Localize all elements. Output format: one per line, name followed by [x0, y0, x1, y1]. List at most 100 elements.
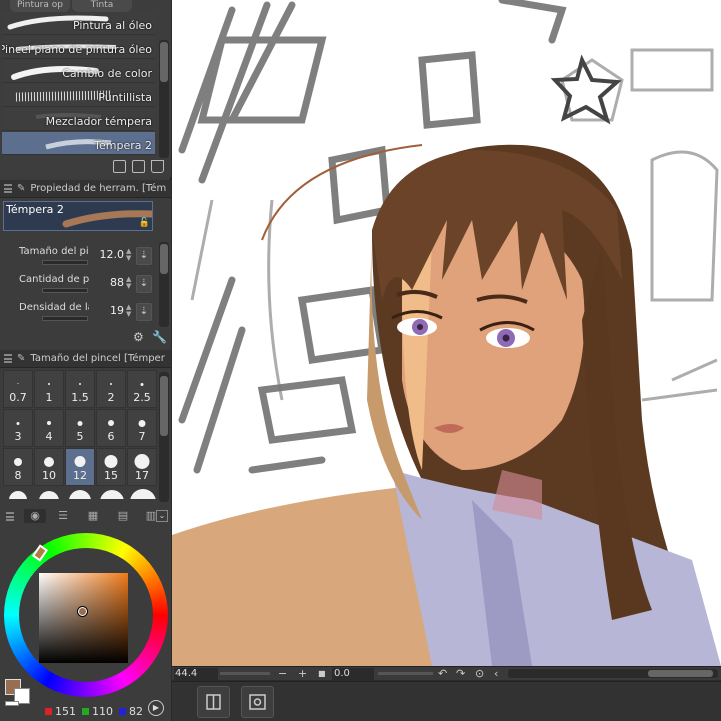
- wrench-icon[interactable]: 🔧: [152, 330, 167, 344]
- layer-view-button[interactable]: [241, 686, 274, 718]
- tab-oil-paint[interactable]: Pintura op: [10, 0, 70, 12]
- rotation-field[interactable]: 0.0: [332, 668, 374, 680]
- target-icon: [249, 694, 266, 710]
- brush-size-preset[interactable]: 5: [65, 409, 95, 447]
- paint-amount-slider[interactable]: [42, 288, 88, 293]
- sub-tool-tabs: Pintura op Tinta: [0, 0, 171, 12]
- horizontal-scrollbar[interactable]: [508, 669, 718, 678]
- brush-size-preset[interactable]: 17: [127, 448, 157, 486]
- bottom-toolbar: [172, 681, 721, 721]
- scroll-thumb[interactable]: [160, 42, 168, 82]
- pressure-settings-button[interactable]: ⇣: [136, 247, 152, 265]
- brush-size-preset[interactable]: 6: [96, 409, 126, 447]
- brush-size-preset[interactable]: 2.5: [127, 370, 157, 408]
- paint-density-row: Densidad de la pintura 19 ▲▼ ⇣: [0, 302, 155, 328]
- brush-size-preset[interactable]: 2: [96, 370, 126, 408]
- spinner-icon[interactable]: ▲ ▼: [126, 276, 133, 290]
- drawing-canvas[interactable]: [172, 0, 721, 666]
- brush-item-flat-oil[interactable]: Pincel plano de pintura óleo: [2, 36, 155, 59]
- rotate-left-icon[interactable]: ↶: [438, 667, 447, 680]
- spinner-icon[interactable]: ▲ ▼: [126, 304, 133, 318]
- brush-icon: ✎: [17, 353, 26, 364]
- green-value: 110: [82, 705, 113, 718]
- chevron-left-icon[interactable]: ‹: [494, 667, 498, 680]
- artwork: [172, 0, 721, 666]
- spinner-icon[interactable]: ▲ ▼: [126, 248, 133, 262]
- sub-tool-panel: Pintura op Tinta Pintura al óleo Pincel …: [0, 0, 171, 177]
- brush-item-oil-paint[interactable]: Pintura al óleo: [2, 12, 155, 35]
- blue-value: 82: [119, 705, 143, 718]
- brush-item-stipple[interactable]: Puntillista: [2, 84, 155, 107]
- app-window: Pintura op Tinta Pintura al óleo Pincel …: [0, 0, 721, 721]
- navigator-button[interactable]: [197, 686, 230, 718]
- brush-size-row-partial: [3, 487, 156, 499]
- zoom-field[interactable]: 44.4: [174, 668, 218, 680]
- brush-item-tempera-2[interactable]: Témpera 2: [2, 132, 155, 155]
- scroll-thumb[interactable]: [160, 376, 168, 436]
- pressure-settings-button[interactable]: ⇣: [136, 275, 152, 293]
- brush-icon: ✎: [17, 183, 26, 194]
- brush-label: Mezclador témpera: [45, 115, 152, 128]
- menu-grip-icon[interactable]: [6, 512, 14, 521]
- brush-size-slider[interactable]: [42, 260, 88, 265]
- prop-label: Cantidad de pintura: [19, 274, 89, 285]
- property-scrollbar[interactable]: [159, 242, 169, 327]
- brush-item-color-change[interactable]: Cambio de color: [2, 60, 155, 83]
- brush-size-preset[interactable]: 0.7: [3, 370, 33, 408]
- menu-grip-icon[interactable]: [4, 354, 12, 363]
- prop-value[interactable]: 12.0: [100, 248, 125, 261]
- brush-size-preset[interactable]: 8: [3, 448, 33, 486]
- rgb-readout: 151 110 82: [45, 705, 143, 718]
- intermediate-color-tab[interactable]: ▤: [112, 509, 134, 523]
- lock-icon[interactable]: 🔓: [139, 218, 150, 228]
- brush-list-scrollbar[interactable]: [159, 40, 169, 158]
- rotation-slider[interactable]: [378, 672, 433, 675]
- brush-size-preset[interactable]: 3: [3, 409, 33, 447]
- color-wheel-panel: ◉ ☰ ▦ ▤ ▥ ⌄ 151 110 82 ▶: [0, 507, 171, 721]
- brush-size-row: Tamaño del pincel 12.0 ▲▼ ⇣: [0, 246, 155, 272]
- color-set-tab[interactable]: ▦: [82, 509, 104, 523]
- tab-ink[interactable]: Tinta: [72, 0, 132, 12]
- scroll-thumb[interactable]: [160, 244, 168, 274]
- color-wheel-tab[interactable]: ◉: [24, 509, 46, 523]
- brush-size-preset[interactable]: 10: [34, 448, 64, 486]
- sv-picker-handle[interactable]: [78, 607, 87, 616]
- brush-size-preset-selected[interactable]: 12: [65, 448, 95, 486]
- brush-size-scrollbar[interactable]: [159, 372, 169, 502]
- zoom-slider[interactable]: [220, 672, 270, 675]
- color-slider-tab[interactable]: ☰: [52, 509, 74, 523]
- zoom-out-icon[interactable]: −: [278, 667, 287, 680]
- reset-rotation-icon[interactable]: ⊙: [475, 667, 484, 680]
- scroll-thumb[interactable]: [648, 670, 713, 677]
- panel-header: ✎ Tamaño del pincel [Témper: [0, 350, 171, 368]
- brush-size-preset[interactable]: 1: [34, 370, 64, 408]
- transparent-color-swatch[interactable]: [5, 701, 19, 706]
- zoom-in-icon[interactable]: +: [298, 667, 307, 680]
- panel-title: Tamaño del pincel [Témper: [30, 353, 165, 364]
- red-value: 151: [45, 705, 76, 718]
- paint-density-slider[interactable]: [42, 316, 88, 321]
- trash-icon[interactable]: [151, 160, 164, 173]
- menu-grip-icon[interactable]: [4, 184, 12, 193]
- chevron-down-icon[interactable]: ⌄: [156, 510, 168, 522]
- panel-header: ✎ Propiedad de herram. [Tém: [0, 180, 171, 198]
- left-panel: Pintura op Tinta Pintura al óleo Pincel …: [0, 0, 171, 721]
- stop-icon[interactable]: ■: [318, 667, 326, 680]
- brush-size-preset[interactable]: 15: [96, 448, 126, 486]
- brush-size-panel: ✎ Tamaño del pincel [Témper 0.7 1 1.5 2 …: [0, 350, 171, 507]
- brush-size-preset[interactable]: 7: [127, 409, 157, 447]
- prop-value[interactable]: 19: [110, 304, 124, 317]
- tool-property-panel: ✎ Propiedad de herram. [Tém Témpera 2 🔓 …: [0, 180, 171, 350]
- duplicate-icon[interactable]: [132, 160, 145, 173]
- brush-item-tempera-mixer[interactable]: Mezclador témpera: [2, 108, 155, 131]
- panel-title: Propiedad de herram. [Tém: [30, 183, 167, 194]
- saturation-value-square[interactable]: [39, 573, 128, 663]
- play-icon[interactable]: ▶: [148, 700, 164, 716]
- pressure-settings-button[interactable]: ⇣: [136, 303, 152, 321]
- brush-size-preset[interactable]: 1.5: [65, 370, 95, 408]
- brush-size-preset[interactable]: 4: [34, 409, 64, 447]
- settings-icon[interactable]: ⚙: [133, 330, 144, 344]
- prop-value[interactable]: 88: [110, 276, 124, 289]
- download-icon[interactable]: [113, 160, 126, 173]
- rotate-right-icon[interactable]: ↷: [456, 667, 465, 680]
